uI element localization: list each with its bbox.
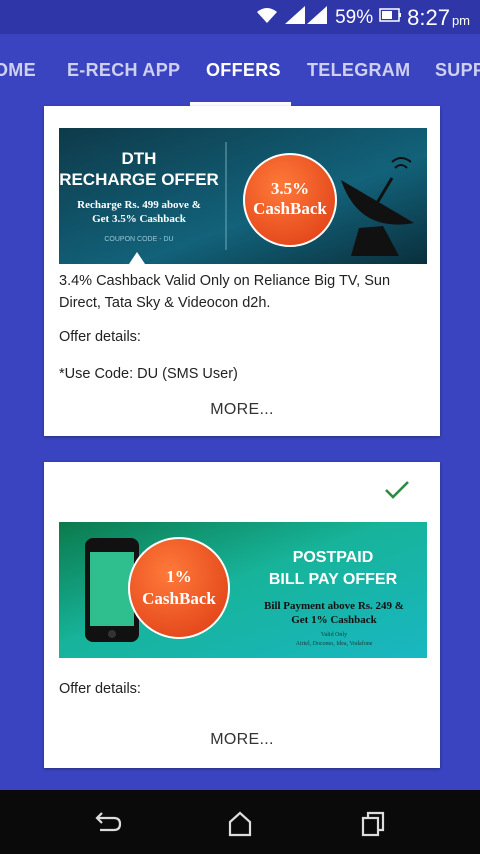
dth-code-note: *Use Code: DU (SMS User) xyxy=(59,366,238,382)
tab-offers[interactable]: OFFERS xyxy=(206,34,281,106)
postpaid-offer-details-label: Offer details: xyxy=(59,681,141,697)
system-navigation-bar xyxy=(0,790,480,854)
tab-e-rech-app[interactable]: E-RECH APP xyxy=(67,34,180,106)
dth-offer-details-label: Offer details: xyxy=(59,329,141,345)
postpaid-offer-banner: 1% CashBack POSTPAID BILL PAY OFFER Bill… xyxy=(59,522,427,658)
dth-subtitle-line2: Get 3.5% Cashback xyxy=(92,213,187,225)
wifi-icon xyxy=(255,6,279,30)
tab-bar: OME E-RECH APP OFFERS TELEGRAM SUPP xyxy=(0,34,480,106)
battery-icon xyxy=(379,7,402,29)
tab-home[interactable]: OME xyxy=(0,34,36,106)
dth-title-line2: RECHARGE OFFER xyxy=(59,170,219,189)
status-icons: 59% 8:27 pm xyxy=(255,5,470,31)
tab-telegram[interactable]: TELEGRAM xyxy=(307,34,410,106)
clock-time: 8:27 xyxy=(407,5,450,30)
postpaid-badge-cashback: CashBack xyxy=(142,589,216,608)
postpaid-subtitle-line1: Bill Payment above Rs. 249 & xyxy=(264,600,404,612)
clock-ampm: pm xyxy=(451,13,470,28)
dth-more-button[interactable]: MORE... xyxy=(44,401,440,419)
dth-offer-description: 3.4% Cashback Valid Only on Reliance Big… xyxy=(59,273,391,311)
dth-badge-percent: 3.5% xyxy=(271,179,309,198)
status-bar: 59% 8:27 pm xyxy=(0,0,480,34)
dth-badge-cashback: CashBack xyxy=(253,199,327,218)
postpaid-title-line1: POSTPAID xyxy=(293,549,374,566)
dth-subtitle-line1: Recharge Rs. 499 above & xyxy=(77,199,201,211)
postpaid-valid-line2: Airtel, Docomo, Idea, Vodafone xyxy=(296,640,373,647)
postpaid-more-button[interactable]: MORE... xyxy=(44,731,440,749)
dth-title-line1: DTH xyxy=(122,149,157,168)
recents-icon[interactable] xyxy=(356,810,388,838)
offer-card-postpaid[interactable]: 1% CashBack POSTPAID BILL PAY OFFER Bill… xyxy=(44,462,440,768)
dth-coupon-code: COUPON CODE - DU xyxy=(104,236,173,243)
tab-support[interactable]: SUPP xyxy=(435,34,480,106)
home-icon[interactable] xyxy=(224,810,256,838)
battery-percent: 59% xyxy=(335,7,374,28)
dth-offer-banner: DTH RECHARGE OFFER Recharge Rs. 499 abov… xyxy=(59,128,427,264)
postpaid-title-line2: BILL PAY OFFER xyxy=(269,571,398,588)
back-icon[interactable] xyxy=(92,810,124,838)
signal-icon xyxy=(285,6,329,30)
postpaid-subtitle-line2: Get 1% Cashback xyxy=(291,614,377,626)
postpaid-badge-percent: 1% xyxy=(166,567,192,586)
check-icon xyxy=(384,480,410,505)
postpaid-valid-line1: Valid Only xyxy=(321,632,347,638)
offer-card-dth[interactable]: DTH RECHARGE OFFER Recharge Rs. 499 abov… xyxy=(44,106,440,436)
